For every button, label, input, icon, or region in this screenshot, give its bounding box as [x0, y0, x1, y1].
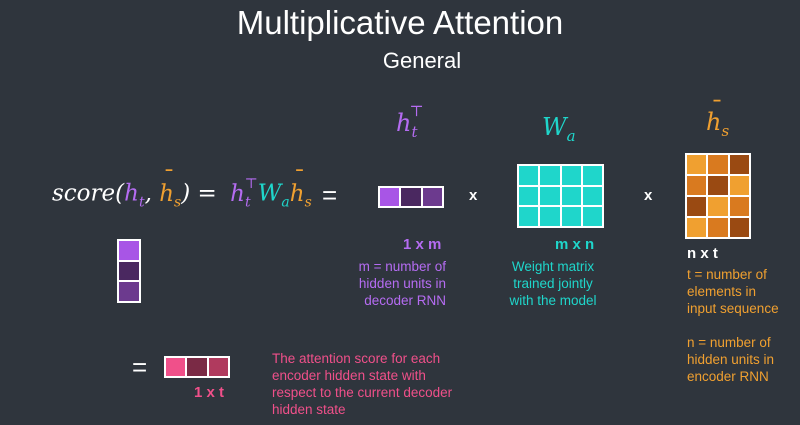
wa-cell: [519, 166, 539, 185]
intermediate-cell: [119, 261, 139, 281]
hs-cell: [729, 155, 749, 174]
wa-cell: [519, 207, 539, 226]
page-title: Multiplicative Attention: [236, 4, 564, 41]
ht-cell: [422, 188, 442, 206]
hs-cell: [729, 197, 749, 216]
wa-cell: [561, 166, 581, 185]
result-dimension: 1 x t: [194, 384, 225, 401]
hs-cell: [687, 176, 707, 195]
result-vector: [164, 356, 230, 378]
ht-description: m = number of hidden units in decoder RN…: [358, 259, 446, 308]
result-description: The attention score for each encoder hid…: [272, 351, 453, 417]
hs-cell: [729, 176, 749, 195]
hs-cell: [687, 155, 707, 174]
wa-cell: [582, 166, 602, 185]
page-subtitle: General: [382, 48, 462, 73]
hs-cell: [708, 197, 728, 216]
wa-label: Wa: [542, 113, 576, 145]
times-operator: x: [469, 187, 478, 204]
score-formula: score(ht, ¯ hs) = ht⊤Wa ¯ hs: [52, 166, 312, 211]
wa-matrix: [517, 164, 604, 228]
intermediate-cell: [119, 282, 139, 301]
hs-bar-label: ¯ hs: [706, 96, 730, 140]
hs-cell: [708, 176, 728, 195]
hs-cell: [687, 197, 707, 216]
ht-vector: [378, 186, 444, 208]
ht-transpose-label: ht⊤: [396, 102, 424, 141]
wa-dimension: m x n: [555, 236, 595, 253]
hs-description: t = number of elements in input sequence…: [687, 267, 779, 384]
hs-matrix: [685, 153, 751, 239]
wa-cell: [540, 166, 560, 185]
hs-cell: [708, 155, 728, 174]
result-cell: [208, 358, 228, 376]
hs-cell: [729, 218, 749, 237]
wa-cell: [540, 207, 560, 226]
equals-sign: =: [322, 180, 338, 210]
wa-cell: [519, 186, 539, 206]
hs-cell: [708, 218, 728, 237]
intermediate-vector: [117, 239, 141, 303]
result-cell: [166, 358, 186, 376]
wa-cell: [561, 207, 581, 226]
ht-dimension: 1 x m: [403, 236, 442, 253]
wa-description: Weight matrix trained jointly with the m…: [509, 259, 597, 308]
times-operator: x: [644, 187, 653, 204]
hs-cell: [687, 218, 707, 237]
wa-cell: [540, 186, 560, 206]
ht-cell: [401, 188, 421, 206]
wa-cell: [582, 207, 602, 226]
result-cell: [187, 358, 207, 376]
hs-dimension: n x t: [687, 245, 718, 262]
result-equals-sign: =: [132, 352, 148, 382]
intermediate-cell: [119, 241, 139, 260]
ht-cell: [380, 188, 400, 206]
wa-cell: [561, 186, 581, 206]
wa-cell: [582, 186, 602, 206]
